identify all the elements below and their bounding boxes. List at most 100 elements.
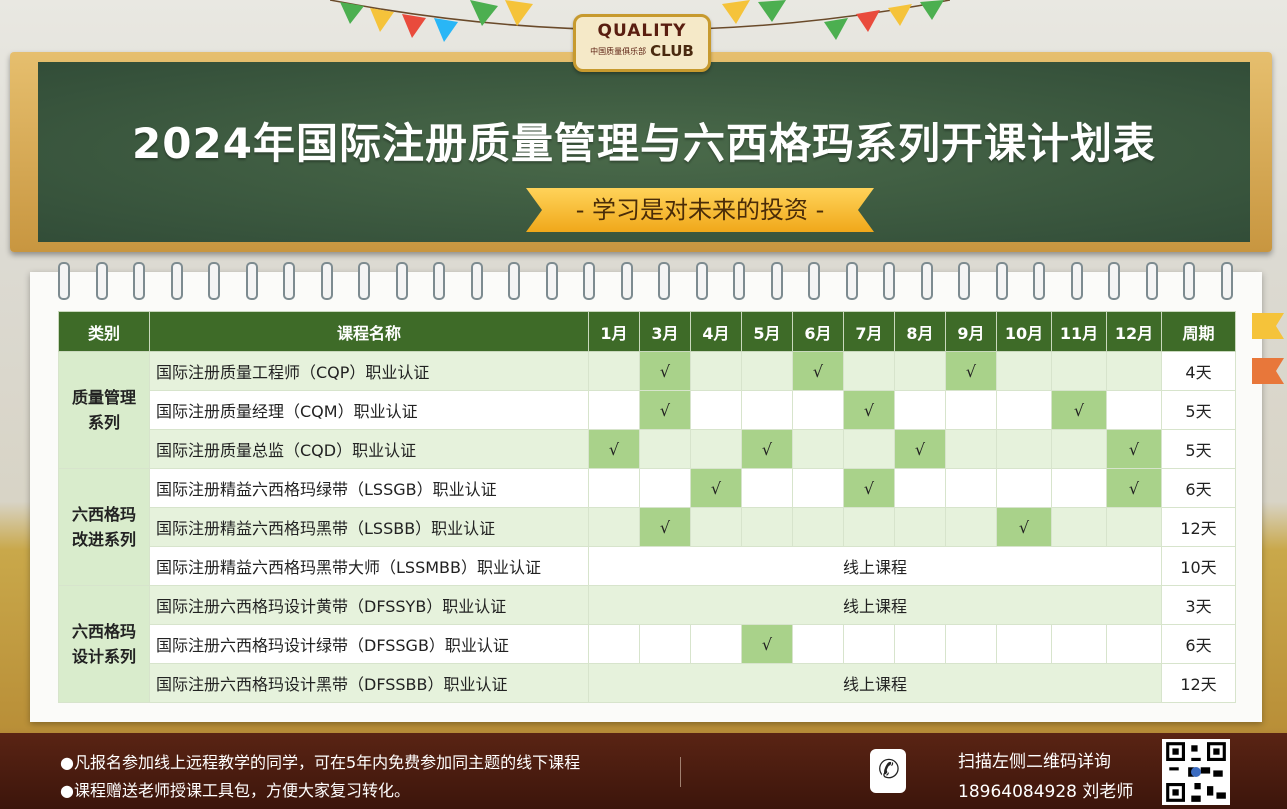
month-cell: [690, 624, 742, 664]
month-cell: [690, 390, 742, 430]
month-check-cell: √: [639, 390, 691, 430]
month-cell: [843, 624, 895, 664]
chalkboard: 2024年国际注册质量管理与六西格玛系列开课计划表 - 学习是对未来的投资 -: [38, 62, 1250, 242]
period-cell: 5天: [1161, 390, 1236, 430]
period-cell: 4天: [1161, 351, 1236, 391]
binder-ring: [433, 262, 445, 300]
binder-ring: [358, 262, 370, 300]
orange-tab: [1252, 358, 1284, 384]
course-name-cell: 国际注册六西格玛设计黑带（DFSSBB）职业认证: [149, 663, 589, 703]
header-month: 6月: [792, 311, 844, 352]
month-cell: [690, 429, 742, 469]
binder-ring: [583, 262, 595, 300]
yellow-tab: [1252, 313, 1284, 339]
month-cell: [996, 390, 1052, 430]
header-month: 5月: [741, 311, 793, 352]
month-check-cell: √: [894, 429, 946, 469]
month-check-cell: √: [639, 507, 691, 547]
month-cell: [588, 390, 640, 430]
course-name-cell: 国际注册精益六西格玛黑带（LSSBB）职业认证: [149, 507, 589, 547]
month-cell: [741, 390, 793, 430]
header-month: 12月: [1106, 311, 1162, 352]
month-cell: [1051, 468, 1107, 508]
slogan-ribbon: - 学习是对未来的投资 -: [526, 188, 874, 232]
binder-ring: [395, 262, 408, 300]
month-cell: [1051, 429, 1107, 469]
table-row: 国际注册精益六西格玛黑带（LSSBB）职业认证 √ √ 12天: [59, 507, 1236, 547]
month-cell: [945, 507, 997, 547]
month-cell: [588, 507, 640, 547]
header-month: 3月: [639, 311, 691, 352]
binder-ring: [620, 262, 633, 300]
category-cell: 六西格玛 设计系列: [58, 585, 150, 703]
month-check-cell: √: [792, 351, 844, 391]
binder-ring: [95, 262, 108, 300]
month-cell: [894, 351, 946, 391]
binder-ring: [733, 262, 745, 300]
month-check-cell: √: [639, 351, 691, 391]
online-course-cell: 线上课程: [588, 585, 1162, 625]
table-row: 国际注册六西格玛设计黑带（DFSSBB）职业认证 线上课程 12天: [59, 663, 1236, 703]
footer-contact[interactable]: 18964084928 刘老师: [958, 777, 1133, 802]
binder-ring: [695, 262, 708, 300]
binder-ring: [170, 262, 183, 300]
qr-code-icon[interactable]: [1162, 739, 1230, 805]
phone-icon: ✆: [870, 749, 906, 793]
binder-ring: [1183, 262, 1195, 300]
month-cell: [1051, 351, 1107, 391]
month-cell: [1106, 507, 1162, 547]
logo-cn-text: 中国质量俱乐部: [590, 46, 647, 56]
month-cell: [996, 468, 1052, 508]
binder-ring: [283, 262, 295, 300]
table-row: 国际注册精益六西格玛黑带大师（LSSMBB）职业认证 线上课程 10天: [59, 546, 1236, 586]
period-cell: 3天: [1161, 585, 1236, 625]
month-cell: [792, 507, 844, 547]
month-check-cell: √: [1106, 468, 1162, 508]
month-check-cell: √: [690, 468, 742, 508]
month-cell: [1051, 624, 1107, 664]
logo-top-text: QUALITY: [597, 21, 687, 41]
month-cell: [945, 468, 997, 508]
header-period: 周期: [1161, 311, 1236, 352]
month-cell: [792, 390, 844, 430]
binder-ring: [245, 262, 258, 300]
month-cell: [741, 507, 793, 547]
binder-ring: [995, 262, 1008, 300]
header-month: 10月: [996, 311, 1052, 352]
period-cell: 6天: [1161, 468, 1236, 508]
month-check-cell: √: [843, 468, 895, 508]
binder-ring: [658, 262, 670, 300]
binder-ring: [208, 262, 220, 300]
course-name-cell: 国际注册六西格玛设计绿带（DFSSGB）职业认证: [149, 624, 589, 664]
course-name-cell: 国际注册六西格玛设计黄带（DFSSYB）职业认证: [149, 585, 589, 625]
month-cell: [792, 468, 844, 508]
month-check-cell: √: [588, 429, 640, 469]
table-header-row: 类别 课程名称 1月 3月 4月 5月 6月 7月 8月 9月 10月 11月 12月 周期: [58, 311, 1236, 352]
period-cell: 5天: [1161, 429, 1236, 469]
month-check-cell: √: [996, 507, 1052, 547]
binder-ring: [133, 262, 145, 300]
footer-scan-text: 扫描左侧二维码详询: [958, 752, 1111, 772]
table-row: 国际注册质量总监（CQD）职业认证 √ √ √ √ 5天: [59, 429, 1236, 469]
course-name-cell: 国际注册质量经理（CQM）职业认证: [149, 390, 589, 430]
category-cell: 质量管理 系列: [58, 351, 150, 469]
month-cell: [741, 468, 793, 508]
month-cell: [588, 351, 640, 391]
footer-note-1: ●凡报名参加线上远程教学的同学，可在5年内免费参加同主题的线下课程: [60, 753, 581, 772]
month-cell: [894, 624, 946, 664]
binder-ring: [958, 262, 970, 300]
binder-ring: [920, 262, 933, 300]
header-category: 类别: [58, 311, 150, 352]
month-cell: [996, 429, 1052, 469]
month-cell: [843, 507, 895, 547]
month-cell: [945, 624, 997, 664]
online-course-cell: 线上课程: [588, 546, 1162, 586]
course-schedule-table: 类别 课程名称 1月 3月 4月 5月 6月 7月 8月 9月 10月 11月 12月 周期 质量管理…: [58, 311, 1236, 703]
page-title: 2024年国际注册质量管理与六西格玛系列开课计划表: [132, 119, 1156, 168]
month-check-cell: √: [1051, 390, 1107, 430]
month-cell: [1106, 351, 1162, 391]
binder-ring: [1108, 262, 1120, 300]
header-month: 9月: [945, 311, 997, 352]
month-check-cell: √: [741, 624, 793, 664]
month-cell: [945, 429, 997, 469]
